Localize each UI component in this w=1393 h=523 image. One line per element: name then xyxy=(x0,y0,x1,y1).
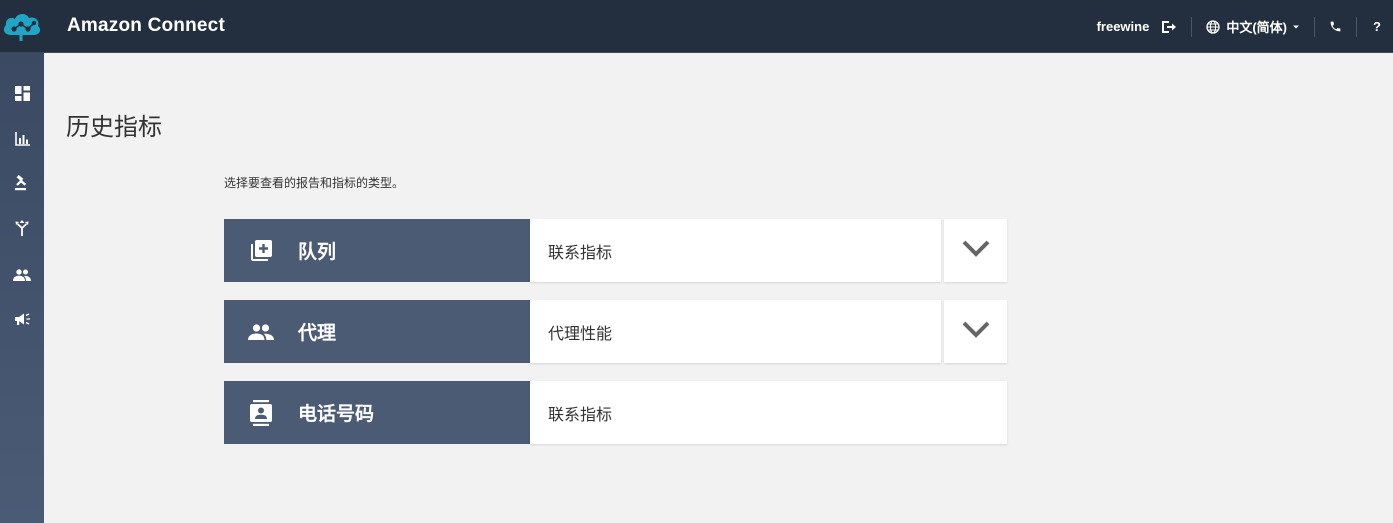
language-label: 中文(简体) xyxy=(1226,20,1287,35)
sidebar-item-metrics[interactable] xyxy=(0,124,44,156)
sidebar-item-campaigns[interactable] xyxy=(0,304,44,336)
report-metric-value: 联系指标 xyxy=(548,242,613,262)
logout-icon[interactable] xyxy=(1161,20,1177,34)
chevron-down-icon xyxy=(962,240,990,261)
help-button[interactable]: ? xyxy=(1371,19,1383,34)
page-subtitle: 选择要查看的报告和指标的类型。 xyxy=(224,176,405,190)
main-content: 历史指标 选择要查看的报告和指标的类型。 队列 联系指标 代理 代理性能 电话号… xyxy=(44,53,1393,523)
megaphone-icon xyxy=(14,311,31,330)
sidebar xyxy=(0,53,44,523)
report-metric-select[interactable]: 联系指标 xyxy=(530,381,1007,444)
people-icon xyxy=(224,323,298,340)
language-selector[interactable]: 中文(简体) xyxy=(1206,17,1300,36)
dashboard-icon xyxy=(14,85,30,105)
report-type-label: 代理 xyxy=(298,322,337,344)
report-metric-select[interactable]: 联系指标 xyxy=(530,219,941,282)
username: freewine xyxy=(1096,19,1150,34)
report-type-agent[interactable]: 代理 xyxy=(224,300,530,363)
routing-icon xyxy=(15,220,29,240)
report-metric-select[interactable]: 代理性能 xyxy=(530,300,941,363)
report-metric-value: 代理性能 xyxy=(548,323,613,343)
report-type-label: 队列 xyxy=(298,241,337,263)
report-metric-value: 联系指标 xyxy=(548,404,613,424)
chevron-down-icon xyxy=(962,321,990,342)
report-type-queue[interactable]: 队列 xyxy=(224,219,530,282)
bar-chart-icon xyxy=(14,131,30,150)
phone-icon[interactable] xyxy=(1329,20,1342,33)
app-title[interactable]: Amazon Connect xyxy=(67,15,225,37)
report-metric-dropdown-button[interactable] xyxy=(944,300,1007,363)
report-row-phone-numbers: 电话号码 联系指标 xyxy=(224,381,1007,444)
report-type-label: 电话号码 xyxy=(298,403,375,425)
chevron-down-icon xyxy=(1292,24,1300,30)
sidebar-item-dashboard[interactable] xyxy=(0,79,44,111)
gavel-icon xyxy=(14,174,30,195)
amazon-connect-logo-icon[interactable] xyxy=(0,0,44,53)
topbar-divider xyxy=(1356,16,1357,37)
sidebar-item-users[interactable] xyxy=(0,259,44,291)
globe-icon xyxy=(1206,19,1220,34)
topbar-divider xyxy=(1191,16,1193,37)
report-metric-dropdown-button[interactable] xyxy=(944,219,1007,282)
topbar-divider xyxy=(1314,16,1315,37)
users-icon xyxy=(13,266,31,285)
report-row-agent: 代理 代理性能 xyxy=(224,300,1007,363)
page-title: 历史指标 xyxy=(66,113,162,141)
contact-card-icon xyxy=(224,399,298,426)
add-to-queue-icon xyxy=(224,239,298,263)
report-type-phone-numbers[interactable]: 电话号码 xyxy=(224,381,530,444)
top-navigation-bar: Amazon Connect freewine 中文(简体) ? xyxy=(0,0,1393,53)
report-row-queue: 队列 联系指标 xyxy=(224,219,1007,282)
sidebar-item-routing[interactable] xyxy=(0,214,44,246)
sidebar-item-rules[interactable] xyxy=(0,169,44,201)
